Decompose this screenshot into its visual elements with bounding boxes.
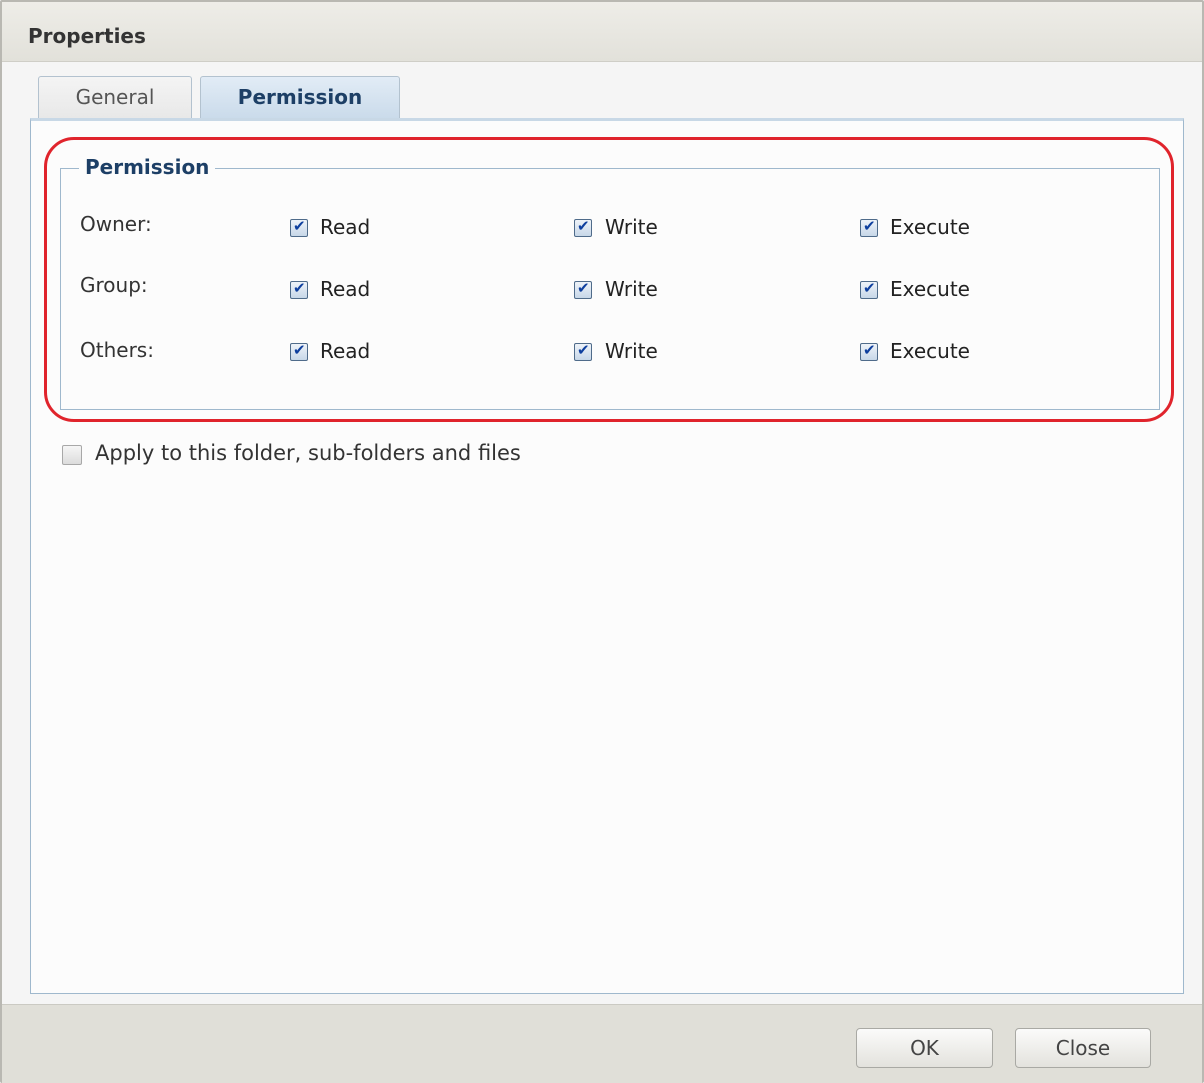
group-execute-checkbox[interactable] [860, 279, 878, 299]
group-read-label[interactable]: Read [320, 277, 370, 301]
close-button[interactable]: Close [1015, 1028, 1151, 1068]
others-execute-checkbox[interactable] [860, 341, 878, 361]
group-label: Group: [80, 273, 148, 297]
owner-read-checkbox[interactable] [290, 217, 308, 237]
others-label: Others: [80, 338, 154, 362]
tab-permission[interactable]: Permission [200, 76, 400, 120]
owner-write-label[interactable]: Write [605, 215, 658, 239]
others-read-checkbox[interactable] [290, 341, 308, 361]
owner-label: Owner: [80, 212, 152, 236]
group-read-checkbox[interactable] [290, 279, 308, 299]
properties-dialog: Properties General Permission Permission… [0, 0, 1204, 1083]
others-write-checkbox[interactable] [574, 341, 592, 361]
group-execute-label[interactable]: Execute [890, 277, 970, 301]
owner-execute-checkbox[interactable] [860, 217, 878, 237]
permission-legend: Permission [79, 155, 216, 179]
ok-button[interactable]: OK [856, 1028, 993, 1068]
group-write-checkbox[interactable] [574, 279, 592, 299]
apply-recursive-checkbox[interactable] [62, 445, 82, 465]
others-read-label[interactable]: Read [320, 339, 370, 363]
group-write-label[interactable]: Write [605, 277, 658, 301]
dialog-title: Properties [28, 24, 146, 48]
apply-recursive-label[interactable]: Apply to this folder, sub-folders and fi… [95, 441, 521, 465]
owner-execute-label[interactable]: Execute [890, 215, 970, 239]
tab-general[interactable]: General [38, 76, 192, 118]
others-write-label[interactable]: Write [605, 339, 658, 363]
owner-read-label[interactable]: Read [320, 215, 370, 239]
dialog-titlebar[interactable]: Properties [2, 2, 1202, 62]
others-execute-label[interactable]: Execute [890, 339, 970, 363]
owner-write-checkbox[interactable] [574, 217, 592, 237]
